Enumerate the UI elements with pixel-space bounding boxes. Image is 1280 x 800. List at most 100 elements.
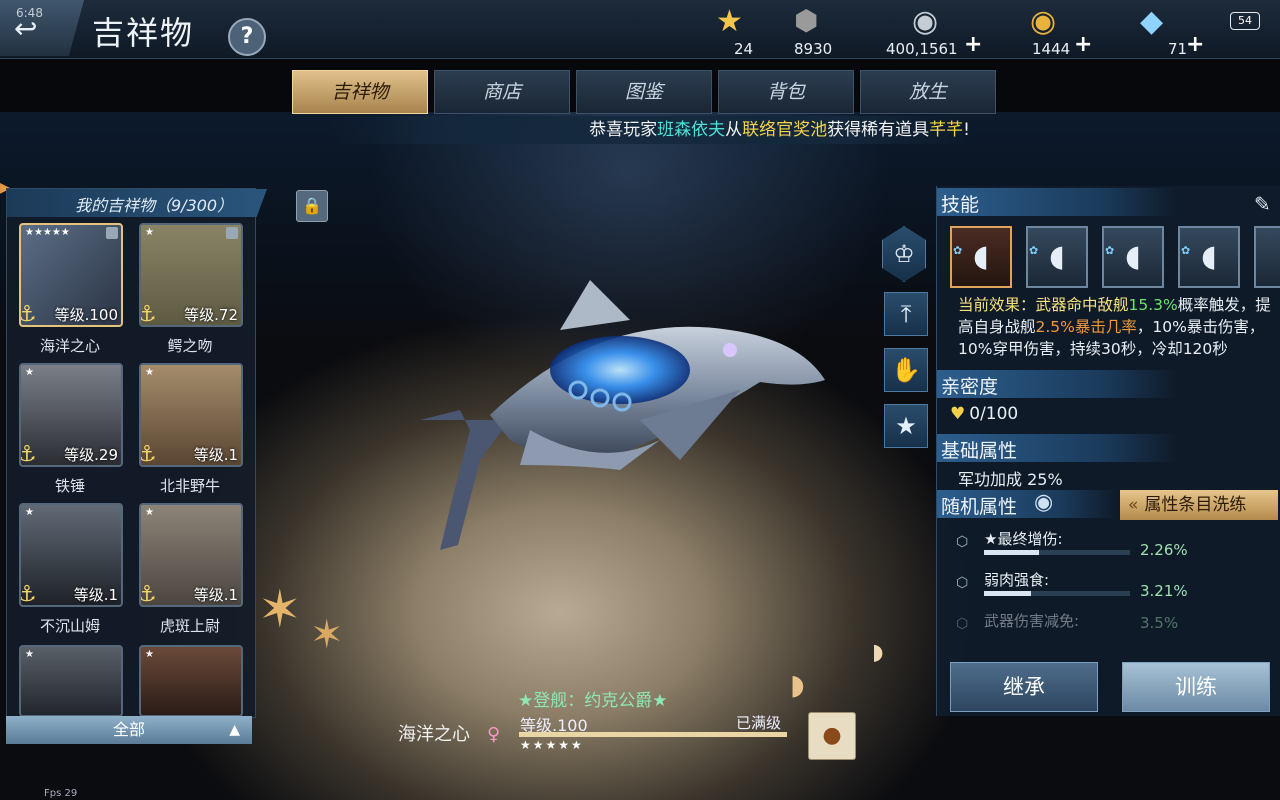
docked-ship: ★登舰：约克公爵★ xyxy=(518,691,668,711)
tab-bar: 吉祥物 商店 图鉴 背包 放生 xyxy=(292,70,996,114)
tab-release[interactable]: 放生 xyxy=(860,70,996,114)
tab-bag[interactable]: 背包 xyxy=(718,70,854,114)
skill-slot[interactable] xyxy=(1254,226,1280,288)
double-chevron-left-icon: « xyxy=(1128,495,1139,515)
pet-card[interactable]: ★ 等级.1⚓ xyxy=(19,503,123,607)
pet-name: 不沉山姆 xyxy=(39,617,100,635)
attr-bar-fill xyxy=(984,550,1040,555)
dolphin-icon: ◖ xyxy=(1049,239,1065,274)
skill-slot[interactable]: ✿ ◖ xyxy=(1178,226,1240,288)
pet-card[interactable]: ★ 等级.1⚓ xyxy=(139,503,243,607)
page-title: 吉祥物 xyxy=(92,14,195,52)
pet-card[interactable]: ★ xyxy=(139,645,243,717)
skills-header: 技能 xyxy=(937,188,1177,216)
random-attr-row: ⬡ 武器伤害减免: 3.5% xyxy=(956,612,1179,632)
paw-icon: ✿ xyxy=(1181,244,1191,257)
pet-name: 北非野牛 xyxy=(159,477,220,495)
dolphin-icon: ◖ xyxy=(973,239,989,274)
fps-counter: Fps 29 xyxy=(44,788,78,799)
resource-diamonds[interactable]: ◆ 71 + xyxy=(1140,4,1204,58)
pet-dolphin-model[interactable] xyxy=(400,270,840,560)
skill-slot[interactable]: ✿ ◖ xyxy=(1102,226,1164,288)
silver-coins-icon: ◉ xyxy=(912,4,939,39)
hex-icon: ⬡ xyxy=(956,575,969,591)
star-icon: ★ xyxy=(716,4,743,39)
dolphin-icon: ◖ xyxy=(1125,239,1141,274)
lock-toggle-button[interactable]: 🔒 xyxy=(296,190,328,222)
announce-item: 芊芊 xyxy=(929,120,964,140)
pet-card[interactable]: ★ 等级.29⚓ xyxy=(19,363,123,467)
random-attr-row: ⬡ 弱肉强食: 3.21% xyxy=(956,571,1188,600)
edit-icon[interactable]: ✎ xyxy=(1254,192,1271,216)
filter-all-button[interactable]: 全部 ▲ xyxy=(6,716,252,744)
inherit-button[interactable]: 继承 xyxy=(950,662,1098,712)
xp-bar-fill xyxy=(519,732,787,737)
add-diamond-button[interactable]: + xyxy=(1186,32,1204,57)
favorite-button[interactable]: ★ xyxy=(884,404,928,448)
random-attr-header: 随机属性 xyxy=(937,490,1117,518)
tab-shop[interactable]: 商店 xyxy=(434,70,570,114)
feed-button[interactable]: ● xyxy=(808,712,856,760)
resource-stars[interactable]: ★ 24 xyxy=(716,4,766,58)
help-button[interactable]: ? xyxy=(228,18,266,56)
seashell-icon: ◗ xyxy=(872,640,884,665)
clock: 6:48 xyxy=(16,6,43,20)
skill-slot[interactable]: ✿ ◖ xyxy=(1026,226,1088,288)
random-attr-row: ⬡ ★最终增伤: 2.26% xyxy=(956,530,1188,559)
resource-gold[interactable]: ◉ 1444 + xyxy=(1024,4,1094,58)
attr-bar-fill xyxy=(984,591,1031,596)
pet-name: 虎斑上尉 xyxy=(159,617,220,635)
add-gold-button[interactable]: + xyxy=(1074,32,1092,57)
base-attr-header: 基础属性 xyxy=(937,434,1177,462)
announcement-banner: 恭喜玩家班森依夫从联络官奖池获得稀有道具芊芊! xyxy=(330,116,970,144)
announce-player: 班森依夫 xyxy=(657,120,726,140)
reroll-attributes-button[interactable]: «属性条目洗练 xyxy=(1120,490,1278,520)
paw-icon: ✿ xyxy=(1029,244,1039,257)
affinity-value: ♥ 0/100 xyxy=(950,404,1019,424)
dock-button[interactable]: ⤒ xyxy=(884,292,928,336)
xp-bar xyxy=(519,732,787,737)
lock-icon xyxy=(106,227,118,239)
attr-bar xyxy=(984,591,1130,596)
base-attr-value: 军功加成 25% xyxy=(958,470,1063,489)
pet-card[interactable]: ★ 等级.1⚓ xyxy=(139,363,243,467)
pet-card[interactable]: ★ xyxy=(19,645,123,717)
anchor-icon: ⚓ xyxy=(21,442,37,465)
eye-icon[interactable]: ◉ xyxy=(1034,490,1053,515)
announce-pool: 联络官奖池 xyxy=(742,120,828,140)
female-icon: ♀ xyxy=(487,724,501,745)
heart-icon: ♥ xyxy=(950,404,966,424)
paw-icon: ✿ xyxy=(953,244,963,257)
my-pets-header: 我的吉祥物（9/300） xyxy=(7,189,267,217)
arrow-up-icon: ⤒ xyxy=(900,300,912,328)
resource-silver[interactable]: ◉ 400,1561 + xyxy=(886,4,982,58)
interact-button[interactable]: ✋ xyxy=(884,348,928,392)
anchor-icon: ⚓ xyxy=(21,582,37,605)
affinity-header: 亲密度 xyxy=(937,370,1177,398)
diamond-icon: ◆ xyxy=(1140,4,1164,39)
starfish-icon: ✶ xyxy=(310,612,344,658)
pet-name: 海洋之心 xyxy=(39,337,100,355)
pet-card[interactable]: ★ 等级.72⚓ xyxy=(139,223,243,327)
add-silver-button[interactable]: + xyxy=(964,32,982,57)
medal-icon: ⬢ xyxy=(794,4,819,37)
anchor-icon: ⚓ xyxy=(141,302,157,325)
gold-coins-icon: ◉ xyxy=(1030,4,1057,39)
pet-name: 铁锤 xyxy=(54,477,85,495)
seashell-icon: ◗ xyxy=(790,668,805,701)
train-button[interactable]: 训练 xyxy=(1122,662,1270,712)
lock-icon xyxy=(226,227,238,239)
triangle-up-icon: ▲ xyxy=(229,722,240,738)
tab-mascot[interactable]: 吉祥物 xyxy=(292,70,428,114)
anchor-icon: ⚓ xyxy=(21,302,37,325)
anchor-icon: ⚓ xyxy=(141,582,157,605)
pet-stars: ★★★★★ xyxy=(520,738,584,752)
pet-name: 鳄之吻 xyxy=(167,337,213,355)
pet-card[interactable]: ★★★★★ 等级.100⚓ xyxy=(19,223,123,327)
suit-icon: ♔ xyxy=(893,240,915,268)
selected-pet-name: 海洋之心 xyxy=(398,724,470,745)
resource-medals[interactable]: ⬢ 8930 xyxy=(794,4,854,58)
skill-slot[interactable]: ✿ ◖ xyxy=(950,226,1012,288)
my-pets-panel: 我的吉祥物（9/300） ★★★★★ 等级.100⚓ 海洋之心 ★ 等级.72⚓… xyxy=(6,188,267,718)
tab-codex[interactable]: 图鉴 xyxy=(576,70,712,114)
